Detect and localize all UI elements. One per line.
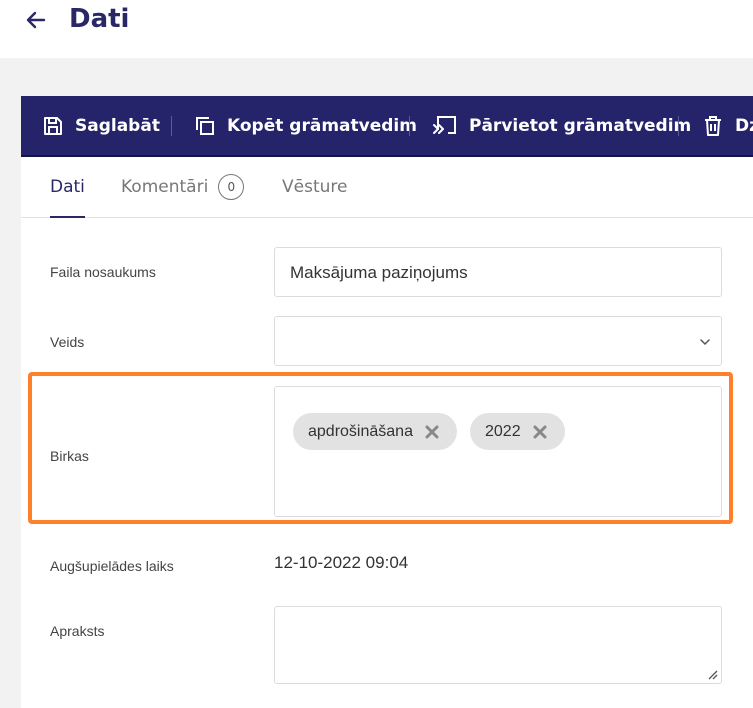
tag-chip: 2022: [470, 413, 565, 450]
type-label: Veids: [50, 334, 85, 350]
arrow-left-icon: [26, 11, 46, 29]
trash-icon: [705, 115, 721, 136]
tags-label: Birkas: [50, 448, 89, 464]
tab-data[interactable]: Dati: [50, 157, 85, 218]
tag-label: apdrošināšana: [308, 422, 413, 440]
toolbar-divider: [409, 116, 410, 136]
upload-time-value: 12-10-2022 09:04: [274, 553, 409, 572]
back-button[interactable]: [24, 8, 48, 32]
top-header: Dati: [0, 0, 753, 58]
comment-count-badge: 0: [218, 174, 245, 200]
tab-bar: Dati Komentāri 0 Vēsture: [21, 157, 753, 218]
type-select[interactable]: [274, 316, 722, 366]
document-card: Saglabāt Kopēt grāmatvedim Pārvietot grā…: [21, 96, 753, 708]
tab-label: Vēsture: [282, 177, 348, 197]
tab-comments[interactable]: Komentāri 0: [121, 157, 245, 217]
save-label: Saglabāt: [75, 115, 160, 136]
save-button[interactable]: Saglabāt: [41, 96, 160, 155]
move-icon: [433, 115, 456, 134]
delete-label: Dz: [735, 115, 753, 136]
chevron-down-icon: [700, 339, 710, 346]
move-label: Pārvietot grāmatvedim: [469, 115, 692, 136]
close-icon: [533, 425, 547, 438]
tags-field[interactable]: apdrošināšana 2022: [274, 386, 722, 517]
resize-handle-icon[interactable]: [706, 668, 718, 680]
tag-chip: apdrošināšana: [293, 413, 457, 450]
page-title: Dati: [69, 4, 130, 34]
close-icon: [425, 425, 439, 438]
save-icon: [44, 116, 62, 135]
description-textarea[interactable]: [274, 606, 722, 684]
move-to-accountant-button[interactable]: Pārvietot grāmatvedim: [431, 96, 691, 155]
upload-time-label: Augšupielādes laiks: [50, 558, 174, 574]
filename-field[interactable]: Maksājuma paziņojums: [274, 247, 722, 297]
filename-value: Maksājuma paziņojums: [290, 263, 468, 282]
tab-history[interactable]: Vēsture: [282, 157, 347, 217]
copy-to-accountant-button[interactable]: Kopēt grāmatvedim: [193, 96, 417, 155]
tab-label: Komentāri: [121, 177, 209, 197]
copy-icon: [196, 116, 214, 135]
remove-tag-button[interactable]: [425, 425, 439, 439]
toolbar-divider: [678, 116, 679, 136]
copy-label: Kopēt grāmatvedim: [227, 115, 417, 136]
description-label: Apraksts: [50, 623, 105, 639]
remove-tag-button[interactable]: [533, 425, 547, 439]
tab-label: Dati: [50, 177, 85, 197]
delete-button[interactable]: Dz: [701, 96, 753, 155]
tag-label: 2022: [485, 422, 521, 440]
toolbar-divider: [171, 116, 172, 136]
filename-label: Faila nosaukums: [50, 264, 156, 280]
action-toolbar: Saglabāt Kopēt grāmatvedim Pārvietot grā…: [21, 96, 753, 157]
